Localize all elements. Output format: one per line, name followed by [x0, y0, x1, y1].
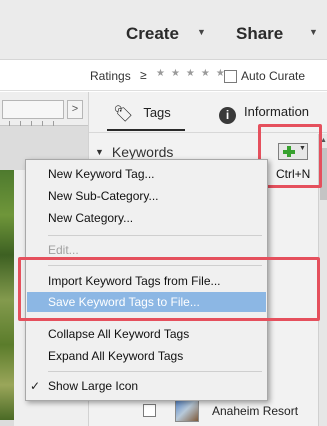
- create-label: Create: [126, 24, 179, 43]
- menu-item-new-category[interactable]: New Category...: [26, 208, 267, 228]
- highlight-annotation: [18, 257, 320, 321]
- keyword-label[interactable]: Anaheim Resort: [212, 404, 298, 418]
- zoom-slider[interactable]: [2, 100, 64, 126]
- menu-separator: [48, 371, 262, 372]
- tab-information[interactable]: i Information: [219, 104, 309, 124]
- auto-curate-checkbox[interactable]: [224, 70, 237, 83]
- tag-icon: 🏷: [113, 106, 134, 123]
- keyword-checkbox[interactable]: [143, 404, 156, 417]
- rating-stars[interactable]: ★★★★★: [156, 68, 231, 79]
- menu-item-new-sub-category[interactable]: New Sub-Category...: [26, 186, 267, 206]
- auto-curate-label[interactable]: Auto Curate: [241, 69, 305, 83]
- ratings-operator[interactable]: ≥: [140, 68, 147, 82]
- expand-arrow-button[interactable]: >: [67, 100, 83, 119]
- keywords-title: Keywords: [111, 144, 174, 160]
- photo-thumbnail[interactable]: [0, 170, 14, 420]
- tab-tags[interactable]: 🏷 Tags: [113, 104, 171, 124]
- tab-tags-label: Tags: [143, 105, 171, 120]
- ratings-label: Ratings: [90, 69, 131, 83]
- share-menu-button[interactable]: Share ▼: [236, 24, 318, 44]
- top-bar: Create ▼ Share ▼: [0, 0, 327, 60]
- menu-item-new-keyword-tag[interactable]: New Keyword Tag...: [26, 164, 267, 184]
- menu-separator: [48, 235, 262, 236]
- chevron-down-icon: ▼: [309, 27, 318, 37]
- menu-item-label: Show Large Icon: [48, 379, 139, 393]
- keyword-thumbnail: [175, 400, 199, 422]
- info-icon: i: [219, 107, 236, 124]
- zoom-slider-bar: >: [0, 92, 88, 126]
- chevron-down-icon: ▼: [197, 27, 206, 37]
- slider-ticks: [9, 121, 63, 126]
- keywords-section-header[interactable]: ▼ Keywords: [95, 144, 173, 160]
- collapse-triangle-icon: ▼: [95, 147, 104, 157]
- checkmark-icon: ✓: [30, 379, 41, 393]
- share-label: Share: [236, 24, 284, 43]
- tab-information-label: Information: [244, 104, 310, 119]
- active-tab-indicator: [107, 129, 185, 131]
- menu-item-show-large-icon[interactable]: ✓ Show Large Icon: [26, 376, 267, 396]
- menu-item-collapse-all[interactable]: Collapse All Keyword Tags: [26, 324, 267, 344]
- filter-bar: Ratings ≥ ★★★★★ Auto Curate: [0, 61, 327, 91]
- menu-item-expand-all[interactable]: Expand All Keyword Tags: [26, 346, 267, 366]
- create-menu-button[interactable]: Create ▼: [126, 24, 206, 44]
